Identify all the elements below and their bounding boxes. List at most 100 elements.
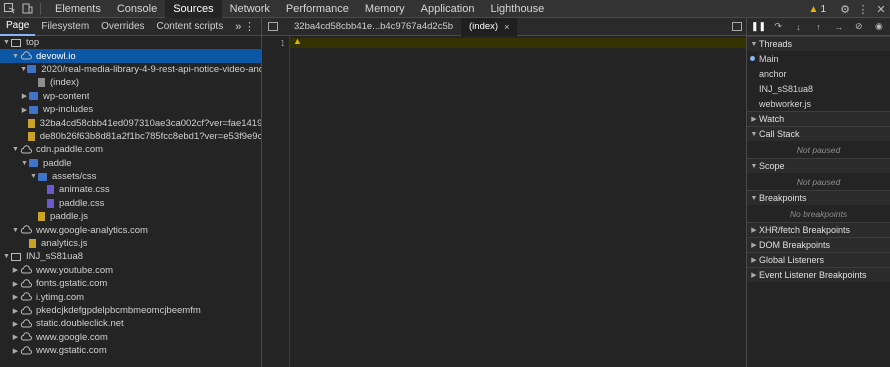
close-icon[interactable]: × — [504, 22, 509, 32]
step-icon[interactable]: → — [832, 22, 846, 32]
folder-icon — [29, 92, 38, 101]
chevron-right-icon: ▶ — [751, 227, 757, 234]
tree-item[interactable]: ▶ www.youtube.com — [0, 264, 261, 277]
close-devtools-icon[interactable]: ✕ — [872, 0, 890, 18]
tree-item[interactable]: ▶ static.doubleclick.net — [0, 317, 261, 330]
chevron-right-icon[interactable]: ▶ — [11, 266, 20, 274]
tab-application[interactable]: Application — [413, 0, 483, 18]
tree-item[interactable]: ▼ paddle — [0, 157, 261, 170]
thread-item[interactable]: anchor — [747, 66, 890, 81]
chevron-down-icon[interactable]: ▼ — [2, 253, 11, 260]
tree-item[interactable]: ▶ www.gstatic.com — [0, 344, 261, 357]
navigator-tab-filesystem[interactable]: Filesystem — [35, 18, 95, 36]
chevron-right-icon[interactable]: ▶ — [11, 293, 20, 301]
tree-item[interactable]: ▼ cdn.paddle.com — [0, 143, 261, 156]
event-listener-breakpoints-section-header[interactable]: ▶ Event Listener Breakpoints — [747, 267, 890, 282]
watch-section-header[interactable]: ▶ Watch — [747, 111, 890, 126]
tree-item[interactable]: ▶ i.ytimg.com — [0, 290, 261, 303]
chevron-right-icon[interactable]: ▶ — [11, 280, 20, 288]
chevron-right-icon[interactable]: ▶ — [11, 347, 20, 355]
tree-item[interactable]: animate.css — [0, 183, 261, 196]
xhr-breakpoints-section-header[interactable]: ▶ XHR/fetch Breakpoints — [747, 222, 890, 237]
tab-console[interactable]: Console — [109, 0, 165, 18]
tab-performance[interactable]: Performance — [278, 0, 357, 18]
chevron-right-icon[interactable]: ▶ — [20, 92, 29, 100]
thread-item[interactable]: Main — [747, 51, 890, 66]
chevron-down-icon[interactable]: ▼ — [29, 173, 38, 180]
more-options-icon[interactable]: ⋮ — [854, 0, 872, 18]
pause-icon[interactable]: ❚❚ — [751, 21, 766, 32]
tree-item[interactable]: ▶ www.google.com — [0, 331, 261, 344]
tree-item[interactable]: 32ba4cd58cbb41ed097310ae3ca002cf?ver=fae… — [0, 116, 261, 129]
chevron-down-icon[interactable]: ▼ — [20, 160, 29, 167]
tree-item[interactable]: ▼ top — [0, 36, 261, 49]
navigator-tab-content-scripts[interactable]: Content scripts — [151, 18, 230, 36]
device-toolbar-icon[interactable] — [18, 0, 36, 18]
cloud-icon — [20, 345, 32, 356]
dom-breakpoints-section-header[interactable]: ▶ DOM Breakpoints — [747, 237, 890, 252]
chevron-right-icon[interactable]: ▶ — [11, 333, 20, 341]
thread-item[interactable]: webworker.js — [747, 96, 890, 111]
chevron-right-icon[interactable]: ▶ — [11, 307, 20, 315]
tree-item[interactable]: ▼ INJ_sS81ua8 — [0, 250, 261, 263]
tree-item[interactable]: ▼ devowl.io — [0, 49, 261, 63]
chevron-right-icon[interactable]: ▶ — [20, 106, 29, 114]
tab-memory[interactable]: Memory — [357, 0, 413, 18]
tree-item-label: www.youtube.com — [36, 264, 114, 276]
threads-section-header[interactable]: ▼ Threads — [747, 36, 890, 51]
chevron-down-icon[interactable]: ▼ — [11, 227, 20, 234]
warning-icon[interactable]: ▲ — [293, 36, 302, 46]
chevron-down-icon[interactable]: ▼ — [20, 66, 27, 73]
file-tree: ▼ top ▼ devowl.io ▼ 2020/real-media-library-4… — [0, 36, 261, 357]
warning-count[interactable]: 1 — [820, 4, 826, 15]
chevron-down-icon[interactable]: ▼ — [11, 146, 20, 153]
editor-tab-active[interactable]: (index) × — [461, 17, 518, 36]
chevron-down-icon[interactable]: ▼ — [2, 39, 11, 46]
tree-item[interactable]: ▶ wp-content — [0, 90, 261, 103]
code-line-1[interactable]: ▲ — [290, 36, 746, 48]
tree-item[interactable]: (index) — [0, 76, 261, 89]
tree-item[interactable]: ▼ 2020/real-media-library-4-9-rest-api-no… — [0, 63, 261, 76]
tab-network[interactable]: Network — [222, 0, 278, 18]
tree-item[interactable]: ▼ www.google-analytics.com — [0, 223, 261, 236]
file-icon — [47, 185, 54, 195]
tree-item[interactable]: ▼ assets/css — [0, 170, 261, 183]
call-stack-section-header[interactable]: ▼ Call Stack — [747, 126, 890, 141]
navigator-tab-page[interactable]: Page — [0, 18, 36, 36]
step-over-icon[interactable]: ↷ — [771, 21, 785, 32]
scope-section-header[interactable]: ▼ Scope — [747, 158, 890, 173]
tree-item[interactable]: paddle.css — [0, 197, 261, 210]
breakpoints-section-header[interactable]: ▼ Breakpoints — [747, 190, 890, 205]
warning-icon[interactable]: ▲ — [809, 4, 819, 15]
tab-elements[interactable]: Elements — [47, 0, 109, 18]
navigator-menu-icon[interactable]: ⋮ — [244, 20, 255, 33]
chevron-right-icon[interactable]: ▶ — [11, 320, 20, 328]
pause-on-exceptions-icon[interactable]: ◉ — [872, 21, 886, 32]
tree-item[interactable]: ▶ fonts.gstatic.com — [0, 277, 261, 290]
toggle-navigator-icon[interactable] — [268, 22, 278, 31]
tree-item[interactable]: de80b26f63b8d81a2f1bc785fcc8ebd1?ver=e53… — [0, 130, 261, 143]
step-into-icon[interactable]: ↓ — [791, 22, 805, 32]
tab-lighthouse[interactable]: Lighthouse — [482, 0, 552, 18]
chevron-down-icon: ▼ — [750, 130, 758, 138]
toggle-debugger-icon[interactable] — [732, 22, 742, 31]
step-out-icon[interactable]: ↑ — [811, 22, 825, 32]
devtools-toolbar: Elements Console Sources Network Performance… — [0, 0, 890, 18]
tree-item-label: paddle.css — [59, 197, 105, 209]
chevron-down-icon[interactable]: ▼ — [11, 53, 20, 60]
global-listeners-title: Global Listeners — [759, 255, 825, 265]
tree-item[interactable]: ▶ pkedcjkdefgpdelpbcmbmeomcjbeemfm — [0, 304, 261, 317]
global-listeners-section-header[interactable]: ▶ Global Listeners — [747, 252, 890, 267]
editor-tab[interactable]: 32ba4cd58cbb41e...b4c9767a4d2c5b — [286, 18, 461, 36]
tree-item[interactable]: ▶ wp-includes — [0, 103, 261, 116]
thread-item[interactable]: INJ_sS81ua8 — [747, 81, 890, 96]
navigator-tab-overrides[interactable]: Overrides — [95, 18, 150, 36]
code-editor: 32ba4cd58cbb41e...b4c9767a4d2c5b (index) ×… — [262, 17, 746, 367]
inspect-element-icon[interactable] — [0, 0, 18, 18]
tree-item[interactable]: paddle.js — [0, 210, 261, 223]
file-icon — [47, 198, 54, 208]
tab-sources[interactable]: Sources — [165, 0, 222, 18]
settings-gear-icon[interactable]: ⚙ — [836, 0, 854, 18]
deactivate-breakpoints-icon[interactable]: ⊘ — [852, 21, 866, 32]
tree-item[interactable]: analytics.js — [0, 237, 261, 250]
